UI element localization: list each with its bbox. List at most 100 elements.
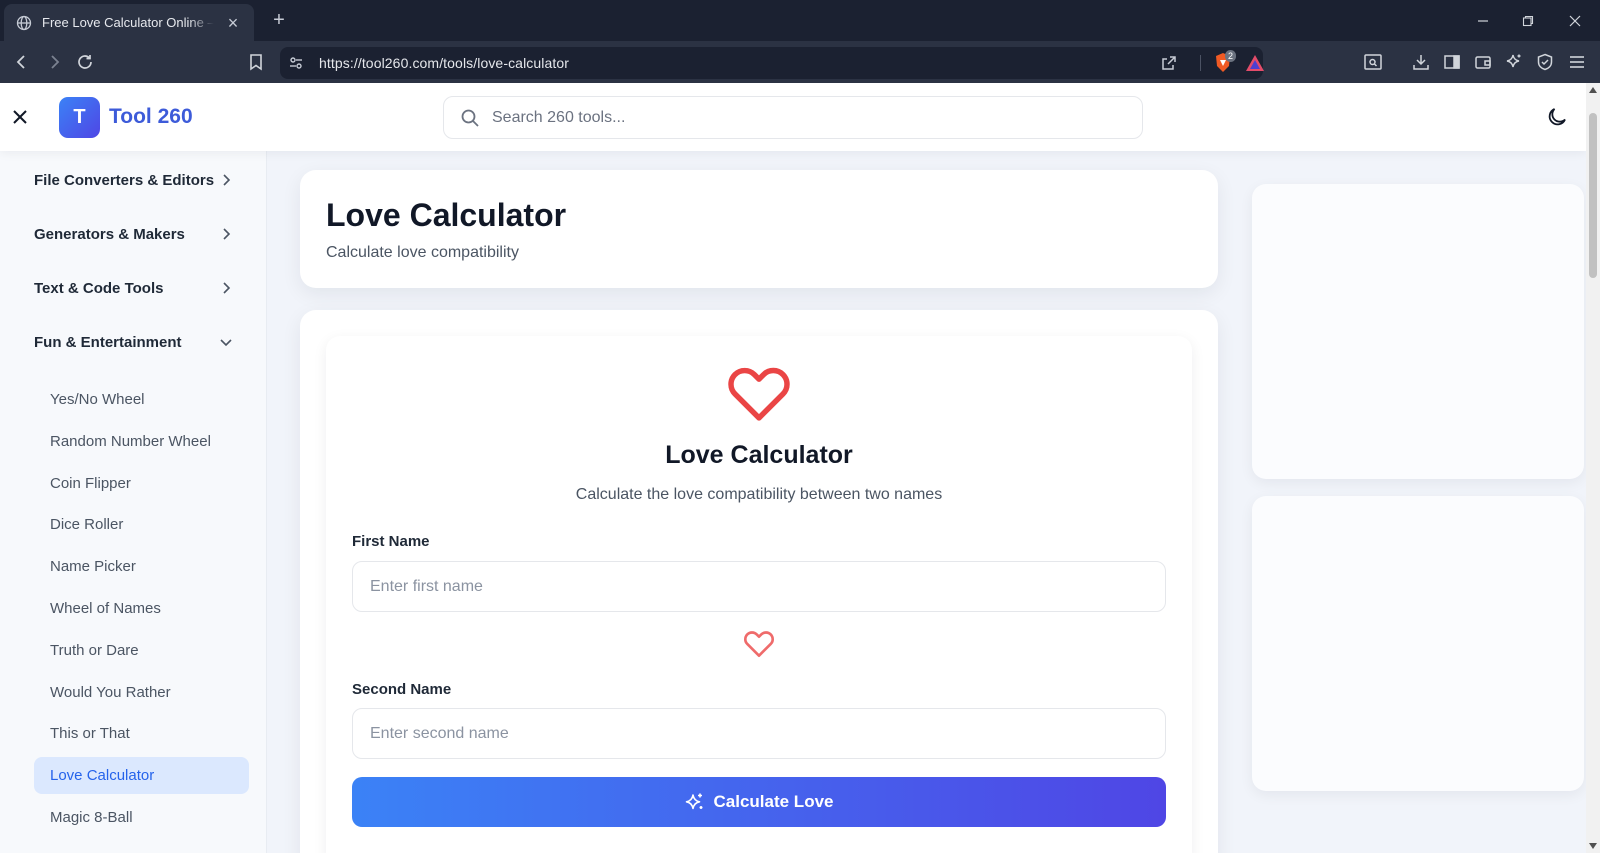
page-title-card: Love Calculator Calculate love compatibi…: [300, 170, 1218, 288]
minimize-button[interactable]: [1470, 8, 1496, 34]
sparkle-icon: [1506, 54, 1521, 68]
site-info-icon[interactable]: [288, 55, 304, 71]
category-label: Text & Code Tools: [34, 279, 164, 297]
reload-button[interactable]: [73, 50, 97, 74]
chevron-right-icon: [223, 174, 231, 186]
reader-mode-icon: [1364, 54, 1382, 70]
category-label: Generators & Makers: [34, 225, 185, 243]
scroll-down-arrow[interactable]: [1589, 843, 1597, 849]
main-menu-button[interactable]: [1565, 50, 1589, 74]
category-label: File Converters & Editors: [34, 171, 215, 189]
second-name-input[interactable]: [352, 708, 1166, 759]
sidebar-item-magic-8-ball[interactable]: Magic 8-Ball: [34, 799, 249, 836]
sidebar-item-dice-roller[interactable]: Dice Roller: [34, 506, 249, 543]
heart-icon: [728, 367, 790, 421]
sidebar-icon: [1444, 55, 1460, 69]
leo-ai-button[interactable]: [1502, 50, 1526, 74]
first-name-label: First Name: [352, 533, 430, 550]
forward-icon: [51, 55, 60, 69]
close-icon: [1569, 15, 1581, 27]
tab-close-button[interactable]: ×: [224, 14, 242, 32]
brave-rewards-icon: [1246, 55, 1264, 71]
bookmark-icon: [250, 54, 262, 71]
sidebar-toggle-button[interactable]: [1440, 50, 1464, 74]
new-tab-button[interactable]: +: [268, 9, 290, 31]
search-icon: [461, 109, 479, 127]
reload-icon: [78, 55, 92, 69]
tool-search-box[interactable]: [443, 96, 1143, 139]
site-brand-name[interactable]: Tool 260: [109, 105, 193, 129]
share-icon: [1162, 56, 1176, 70]
brave-rewards-button[interactable]: [1244, 52, 1266, 74]
heart-divider-icon: [744, 631, 774, 658]
restore-icon: [1522, 15, 1534, 27]
search-input[interactable]: [492, 97, 1132, 138]
sidebar-item-would-you-rather[interactable]: Would You Rather: [34, 674, 249, 711]
wallet-icon: [1475, 56, 1491, 69]
sidebar-item-wheel-of-names[interactable]: Wheel of Names: [34, 590, 249, 627]
bookmark-button[interactable]: [244, 50, 268, 74]
chevron-right-icon: [223, 228, 231, 240]
site-logo[interactable]: T: [59, 97, 100, 138]
page-scrollbar[interactable]: [1586, 83, 1600, 853]
sidebar-category-fun-entertainment[interactable]: Fun & Entertainment: [34, 329, 234, 355]
tab-title: Free Love Calculator Online – Calculate …: [42, 15, 214, 30]
tool-description: Calculate the love compatibility between…: [575, 486, 943, 503]
tools-sidebar: File Converters & Editors Generators & M…: [0, 151, 267, 853]
back-icon: [16, 55, 25, 69]
tool-title: Love Calculator: [665, 441, 853, 469]
moon-icon[interactable]: [1545, 105, 1569, 129]
vpn-button[interactable]: [1533, 50, 1557, 74]
second-name-label: Second Name: [352, 681, 452, 698]
close-window-button[interactable]: [1562, 8, 1588, 34]
love-calculator-form: Love Calculator Calculate the love compa…: [326, 336, 1192, 853]
sidebar-item-love-calculator[interactable]: Love Calculator: [34, 757, 249, 794]
sidebar-item-this-or-that[interactable]: This or That: [34, 715, 249, 752]
sidebar-category-file-converters[interactable]: File Converters & Editors: [34, 167, 234, 193]
chevron-down-icon: [220, 339, 232, 347]
first-name-input[interactable]: [352, 561, 1166, 612]
sidebar-category-text-code[interactable]: Text & Code Tools: [34, 275, 234, 301]
sidebar-category-generators[interactable]: Generators & Makers: [34, 221, 234, 247]
globe-icon: [16, 15, 32, 30]
minimize-icon: [1478, 20, 1488, 22]
ad-slot-top: [1252, 184, 1584, 479]
browser-toolbar: https://tool260.com/tools/love-calculato…: [0, 41, 1600, 83]
sparkle-icon: [685, 793, 702, 810]
page-subtitle: Calculate love compatibility: [326, 244, 519, 261]
brave-shields-button[interactable]: 2: [1212, 50, 1237, 74]
browser-tab-bar: Free Love Calculator Online – Calculate …: [0, 0, 1600, 41]
category-label: Fun & Entertainment: [34, 333, 182, 351]
share-button[interactable]: [1158, 52, 1180, 74]
page-title: Love Calculator: [326, 197, 567, 233]
site-header: T Tool 260: [0, 83, 1586, 151]
download-icon: [1413, 55, 1429, 70]
calculate-love-label: Calculate Love: [713, 792, 834, 811]
address-bar[interactable]: https://tool260.com/tools/love-calculato…: [280, 47, 1266, 79]
restore-button[interactable]: [1515, 8, 1541, 34]
sidebar-item-coin-flipper[interactable]: Coin Flipper: [34, 465, 249, 502]
scrollbar-thumb[interactable]: [1589, 113, 1597, 278]
sidebar-item-name-picker[interactable]: Name Picker: [34, 548, 249, 585]
sidebar-item-truth-or-dare[interactable]: Truth or Dare: [34, 632, 249, 669]
reader-mode-button[interactable]: [1361, 50, 1385, 74]
tool-card: Love Calculator Calculate the love compa…: [300, 310, 1218, 853]
scroll-up-arrow[interactable]: [1589, 87, 1597, 93]
url-text[interactable]: https://tool260.com/tools/love-calculato…: [319, 55, 569, 71]
back-button[interactable]: [10, 50, 34, 74]
shield-icon: [1537, 53, 1553, 71]
browser-tab[interactable]: Free Love Calculator Online – Calculate …: [4, 4, 254, 41]
sidebar-item-random-number-wheel[interactable]: Random Number Wheel: [34, 423, 249, 460]
omnibox-divider: [1200, 55, 1201, 71]
brave-badge: 2: [1225, 50, 1237, 62]
web-page: T Tool 260 File Converters & Editors Gen…: [0, 83, 1586, 853]
sidebar-item-yes-no-wheel[interactable]: Yes/No Wheel: [34, 381, 249, 418]
wallet-button[interactable]: [1471, 50, 1495, 74]
close-sidebar-icon[interactable]: [8, 105, 32, 129]
downloads-button[interactable]: [1409, 50, 1433, 74]
calculate-love-button[interactable]: Calculate Love: [352, 777, 1166, 827]
forward-button[interactable]: [42, 50, 66, 74]
chevron-right-icon: [223, 282, 231, 294]
hamburger-menu-icon: [1570, 56, 1584, 68]
ad-slot-bottom: [1252, 496, 1584, 791]
